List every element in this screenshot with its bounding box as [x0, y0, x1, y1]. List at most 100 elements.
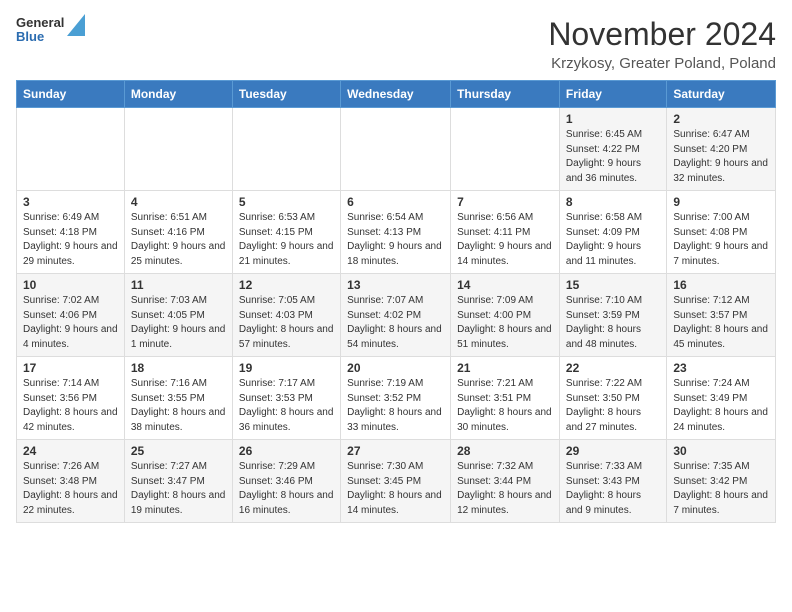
day-info: Sunrise: 7:10 AM Sunset: 3:59 PM Dayligh…	[566, 294, 660, 352]
day-info: Sunrise: 7:17 AM Sunset: 3:53 PM Dayligh…	[239, 377, 334, 435]
day-info: Sunrise: 7:07 AM Sunset: 4:02 PM Dayligh…	[347, 294, 444, 352]
calendar-cell: 12 Sunrise: 7:05 AM Sunset: 4:03 PM Dayli…	[232, 274, 340, 357]
logo-icon	[67, 14, 85, 36]
calendar-cell	[124, 108, 232, 191]
day-info: Sunrise: 7:26 AM Sunset: 3:48 PM Dayligh…	[23, 460, 118, 518]
title-block: November 2024 Krzykosy, Greater Poland, …	[548, 16, 776, 72]
day-info: Sunrise: 6:58 AM Sunset: 4:09 PM Dayligh…	[566, 211, 660, 269]
calendar-cell: 27 Sunrise: 7:30 AM Sunset: 3:45 PM Dayli…	[341, 440, 451, 523]
day-number: 11	[131, 278, 226, 292]
calendar-cell: 14 Sunrise: 7:09 AM Sunset: 4:00 PM Dayli…	[451, 274, 560, 357]
calendar-cell: 16 Sunrise: 7:12 AM Sunset: 3:57 PM Dayli…	[667, 274, 776, 357]
day-info: Sunrise: 7:29 AM Sunset: 3:46 PM Dayligh…	[239, 460, 334, 518]
calendar-cell: 10 Sunrise: 7:02 AM Sunset: 4:06 PM Dayli…	[17, 274, 125, 357]
day-info: Sunrise: 7:14 AM Sunset: 3:56 PM Dayligh…	[23, 377, 118, 435]
day-info: Sunrise: 7:02 AM Sunset: 4:06 PM Dayligh…	[23, 294, 118, 352]
day-info: Sunrise: 7:32 AM Sunset: 3:44 PM Dayligh…	[457, 460, 553, 518]
calendar-week-row: 10 Sunrise: 7:02 AM Sunset: 4:06 PM Dayli…	[17, 274, 776, 357]
day-number: 21	[457, 361, 553, 375]
weekday-header: Tuesday	[232, 81, 340, 108]
weekday-header: Sunday	[17, 81, 125, 108]
calendar-week-row: 3 Sunrise: 6:49 AM Sunset: 4:18 PM Daylig…	[17, 191, 776, 274]
day-number: 8	[566, 195, 660, 209]
calendar-week-row: 24 Sunrise: 7:26 AM Sunset: 3:48 PM Dayli…	[17, 440, 776, 523]
calendar-cell: 29Sunrise: 7:33 AM Sunset: 3:43 PM Dayli…	[559, 440, 666, 523]
calendar-week-row: 17 Sunrise: 7:14 AM Sunset: 3:56 PM Dayli…	[17, 357, 776, 440]
weekday-header: Monday	[124, 81, 232, 108]
calendar-cell: 9Sunrise: 7:00 AM Sunset: 4:08 PM Daylig…	[667, 191, 776, 274]
day-info: Sunrise: 6:56 AM Sunset: 4:11 PM Dayligh…	[457, 211, 553, 269]
calendar-cell	[17, 108, 125, 191]
day-number: 7	[457, 195, 553, 209]
day-number: 16	[673, 278, 769, 292]
calendar-cell: 24 Sunrise: 7:26 AM Sunset: 3:48 PM Dayli…	[17, 440, 125, 523]
calendar-cell: 17 Sunrise: 7:14 AM Sunset: 3:56 PM Dayli…	[17, 357, 125, 440]
calendar-cell	[232, 108, 340, 191]
weekday-header: Wednesday	[341, 81, 451, 108]
day-info: Sunrise: 7:30 AM Sunset: 3:45 PM Dayligh…	[347, 460, 444, 518]
weekday-header: Saturday	[667, 81, 776, 108]
calendar-cell: 15 Sunrise: 7:10 AM Sunset: 3:59 PM Dayli…	[559, 274, 666, 357]
day-info: Sunrise: 6:51 AM Sunset: 4:16 PM Dayligh…	[131, 211, 226, 269]
day-info: Sunrise: 6:53 AM Sunset: 4:15 PM Dayligh…	[239, 211, 334, 269]
calendar-cell: 7 Sunrise: 6:56 AM Sunset: 4:11 PM Daylig…	[451, 191, 560, 274]
weekday-header-row: SundayMondayTuesdayWednesdayThursdayFrid…	[17, 81, 776, 108]
day-number: 14	[457, 278, 553, 292]
weekday-header: Friday	[559, 81, 666, 108]
calendar-cell: 28 Sunrise: 7:32 AM Sunset: 3:44 PM Dayli…	[451, 440, 560, 523]
logo-general-text: General	[16, 16, 64, 30]
location-text: Krzykosy, Greater Poland, Poland	[548, 55, 776, 72]
calendar-week-row: 1 Sunrise: 6:45 AM Sunset: 4:22 PM Daylig…	[17, 108, 776, 191]
day-number: 4	[131, 195, 226, 209]
calendar-cell	[451, 108, 560, 191]
day-number: 24	[23, 444, 118, 458]
day-number: 10	[23, 278, 118, 292]
calendar-cell	[341, 108, 451, 191]
calendar-cell: 20Sunrise: 7:19 AM Sunset: 3:52 PM Dayli…	[341, 357, 451, 440]
day-info: Sunrise: 6:47 AM Sunset: 4:20 PM Dayligh…	[673, 128, 769, 186]
day-number: 3	[23, 195, 118, 209]
day-info: Sunrise: 7:16 AM Sunset: 3:55 PM Dayligh…	[131, 377, 226, 435]
day-info: Sunrise: 6:49 AM Sunset: 4:18 PM Dayligh…	[23, 211, 118, 269]
day-info: Sunrise: 7:27 AM Sunset: 3:47 PM Dayligh…	[131, 460, 226, 518]
day-number: 5	[239, 195, 334, 209]
day-info: Sunrise: 7:12 AM Sunset: 3:57 PM Dayligh…	[673, 294, 769, 352]
calendar-cell: 18 Sunrise: 7:16 AM Sunset: 3:55 PM Dayli…	[124, 357, 232, 440]
calendar-cell: 1 Sunrise: 6:45 AM Sunset: 4:22 PM Daylig…	[559, 108, 666, 191]
calendar-cell: 19Sunrise: 7:17 AM Sunset: 3:53 PM Dayli…	[232, 357, 340, 440]
day-info: Sunrise: 7:21 AM Sunset: 3:51 PM Dayligh…	[457, 377, 553, 435]
calendar-cell: 26 Sunrise: 7:29 AM Sunset: 3:46 PM Dayli…	[232, 440, 340, 523]
day-number: 13	[347, 278, 444, 292]
day-number: 30	[673, 444, 769, 458]
day-info: Sunrise: 7:03 AM Sunset: 4:05 PM Dayligh…	[131, 294, 226, 352]
day-number: 12	[239, 278, 334, 292]
day-info: Sunrise: 7:05 AM Sunset: 4:03 PM Dayligh…	[239, 294, 334, 352]
day-number: 9	[673, 195, 769, 209]
day-number: 1	[566, 112, 660, 126]
calendar-cell: 8 Sunrise: 6:58 AM Sunset: 4:09 PM Daylig…	[559, 191, 666, 274]
calendar-cell: 21 Sunrise: 7:21 AM Sunset: 3:51 PM Dayli…	[451, 357, 560, 440]
day-info: Sunrise: 7:33 AM Sunset: 3:43 PM Dayligh…	[566, 460, 660, 518]
calendar-cell: 4 Sunrise: 6:51 AM Sunset: 4:16 PM Daylig…	[124, 191, 232, 274]
day-info: Sunrise: 7:22 AM Sunset: 3:50 PM Dayligh…	[566, 377, 660, 435]
calendar-cell: 6 Sunrise: 6:54 AM Sunset: 4:13 PM Daylig…	[341, 191, 451, 274]
day-number: 17	[23, 361, 118, 375]
day-info: Sunrise: 6:45 AM Sunset: 4:22 PM Dayligh…	[566, 128, 660, 186]
day-number: 6	[347, 195, 444, 209]
calendar-cell: 13 Sunrise: 7:07 AM Sunset: 4:02 PM Dayli…	[341, 274, 451, 357]
calendar-cell: 23Sunrise: 7:24 AM Sunset: 3:49 PM Dayli…	[667, 357, 776, 440]
day-number: 28	[457, 444, 553, 458]
day-number: 27	[347, 444, 444, 458]
day-info: Sunrise: 6:54 AM Sunset: 4:13 PM Dayligh…	[347, 211, 444, 269]
calendar-cell: 11 Sunrise: 7:03 AM Sunset: 4:05 PM Dayli…	[124, 274, 232, 357]
day-number: 15	[566, 278, 660, 292]
calendar-cell: 3 Sunrise: 6:49 AM Sunset: 4:18 PM Daylig…	[17, 191, 125, 274]
day-number: 18	[131, 361, 226, 375]
calendar-cell: 2Sunrise: 6:47 AM Sunset: 4:20 PM Daylig…	[667, 108, 776, 191]
weekday-header: Thursday	[451, 81, 560, 108]
month-title: November 2024	[548, 16, 776, 53]
page-header: General Blue November 2024 Krzykosy, Gre…	[16, 16, 776, 72]
day-info: Sunrise: 7:09 AM Sunset: 4:00 PM Dayligh…	[457, 294, 553, 352]
day-number: 26	[239, 444, 334, 458]
day-number: 22	[566, 361, 660, 375]
